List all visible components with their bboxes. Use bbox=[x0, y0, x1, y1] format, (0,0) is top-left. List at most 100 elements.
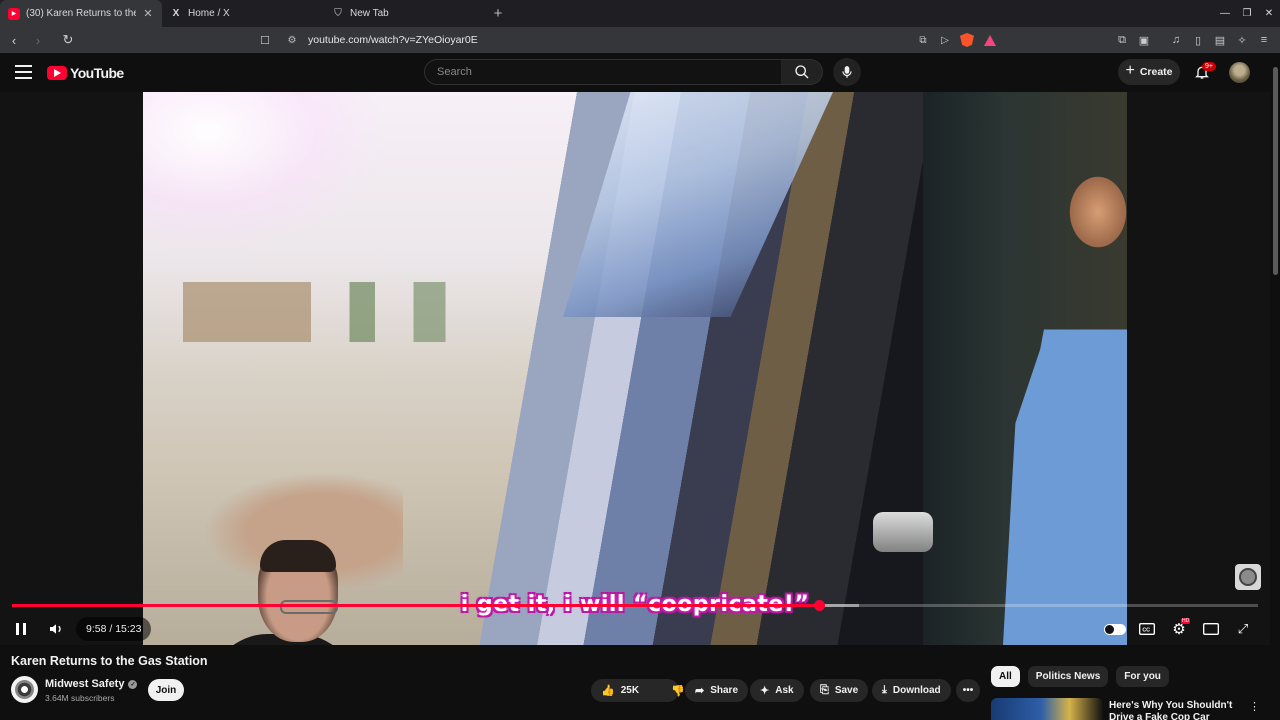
ask-button[interactable]: ✦ Ask bbox=[750, 679, 804, 702]
send-to-device-icon[interactable]: ▷ bbox=[934, 35, 956, 46]
thumbs-down-icon: 👍 bbox=[671, 684, 685, 696]
tab-label: New Tab bbox=[350, 8, 389, 19]
close-window-icon[interactable]: ✕ bbox=[1258, 0, 1280, 27]
tab-youtube[interactable]: ▶ (30) Karen Returns to the ✕ bbox=[0, 0, 162, 27]
download-icon: ⤓ bbox=[882, 684, 887, 696]
youtube-logo[interactable]: YouTube bbox=[47, 65, 124, 81]
join-button[interactable]: Join bbox=[148, 679, 184, 701]
voice-search-button[interactable] bbox=[833, 58, 861, 86]
create-button[interactable]: + Create bbox=[1118, 59, 1180, 85]
volume-button[interactable] bbox=[43, 616, 69, 642]
tab-label: (30) Karen Returns to the bbox=[26, 8, 136, 19]
autoplay-toggle[interactable] bbox=[1102, 616, 1128, 642]
player-controls: 9:58 / 15:23 CC ⚙ HD ⤢ bbox=[0, 614, 1270, 644]
youtube-icon: ▶ bbox=[8, 7, 20, 20]
page-scrollbar[interactable] bbox=[1270, 53, 1280, 720]
chip-all[interactable]: All bbox=[991, 666, 1020, 687]
subtitles-button[interactable]: CC bbox=[1134, 616, 1160, 642]
account-avatar[interactable] bbox=[1229, 62, 1250, 83]
create-label: Create bbox=[1139, 66, 1173, 78]
scrollbar-thumb[interactable] bbox=[1273, 67, 1278, 275]
search-input[interactable]: Search bbox=[424, 59, 782, 85]
browser-tab-bar: ▶ (30) Karen Returns to the ✕ X Home / X… bbox=[0, 0, 1280, 27]
back-icon[interactable]: ‹ bbox=[4, 30, 24, 50]
chip-for-you[interactable]: For you bbox=[1116, 666, 1169, 687]
progress-bar[interactable] bbox=[12, 600, 1258, 611]
open-external-icon[interactable]: ⧉ bbox=[912, 35, 934, 46]
more-horizontal-icon: ••• bbox=[962, 685, 974, 696]
notification-badge: 9+ bbox=[1202, 62, 1216, 71]
subscriber-count: 3.64M subscribers bbox=[45, 693, 115, 703]
verified-icon: ✓ bbox=[128, 679, 138, 689]
bookmark-icon[interactable]: ☐ bbox=[256, 34, 274, 47]
like-button[interactable]: 👍 25K bbox=[591, 679, 649, 702]
webcam-hair bbox=[260, 540, 336, 572]
screenshot-icon[interactable]: ▣ bbox=[1134, 34, 1154, 47]
maximize-icon[interactable]: ❐ bbox=[1236, 0, 1258, 27]
share-label: Share bbox=[710, 685, 739, 696]
svg-text:CC: CC bbox=[1142, 628, 1150, 634]
media-icon[interactable]: ♫ bbox=[1166, 34, 1186, 46]
channel-watermark[interactable] bbox=[1235, 564, 1261, 590]
settings-button[interactable]: ⚙ HD bbox=[1166, 616, 1192, 642]
search-button[interactable] bbox=[781, 59, 823, 85]
menu-icon[interactable]: ≡ bbox=[1254, 34, 1274, 46]
fullscreen-button[interactable]: ⤢ bbox=[1230, 616, 1256, 642]
pause-button[interactable] bbox=[8, 616, 34, 642]
save-label: Save bbox=[834, 685, 859, 696]
site-info-icon[interactable]: ⚙ bbox=[282, 35, 302, 46]
share-button[interactable]: ➦ Share bbox=[685, 679, 749, 702]
youtube-play-icon bbox=[47, 66, 67, 80]
save-button[interactable]: ⎘ Save bbox=[810, 679, 869, 702]
fullscreen-icon: ⤢ bbox=[1237, 621, 1249, 636]
channel-avatar[interactable] bbox=[11, 676, 38, 703]
x-logo-icon: X bbox=[172, 8, 180, 19]
bookmark-icon: ⎘ bbox=[820, 684, 829, 696]
theater-mode-button[interactable] bbox=[1198, 616, 1224, 642]
new-tab-button[interactable]: + bbox=[486, 0, 510, 27]
ask-label: Ask bbox=[775, 685, 794, 696]
video-background-scene bbox=[183, 282, 503, 342]
recommended-title[interactable]: Here's Why You Shouldn't Drive a Fake Co… bbox=[1109, 700, 1249, 720]
video-player[interactable]: i get it, i will “coopricate!” 9:58 / 15… bbox=[0, 92, 1270, 645]
more-actions-button[interactable]: ••• bbox=[956, 679, 980, 702]
brave-shields-icon[interactable] bbox=[960, 33, 974, 47]
tab-label: Home / X bbox=[188, 8, 230, 19]
channel-name-text[interactable]: Midwest Safety bbox=[45, 678, 124, 690]
theater-icon bbox=[1203, 623, 1219, 635]
channel-name[interactable]: Midwest Safety ✓ bbox=[45, 678, 138, 690]
recommended-video[interactable]: Here's Why You Shouldn't Drive a Fake Co… bbox=[991, 698, 1261, 720]
tab-new-tab[interactable]: ⛉ New Tab bbox=[324, 0, 486, 27]
youtube-header: YouTube Search + Create 9+ bbox=[0, 53, 1280, 92]
search-icon bbox=[794, 65, 808, 79]
recommended-thumbnail[interactable] bbox=[991, 698, 1103, 720]
download-label: Download bbox=[892, 685, 941, 696]
extensions-icon[interactable]: ⧉ bbox=[1112, 34, 1132, 47]
chip-politics-news[interactable]: Politics News bbox=[1027, 666, 1109, 687]
url-text[interactable]: youtube.com/watch?v=ZYeOioyar0E bbox=[308, 34, 912, 46]
tab-x[interactable]: X Home / X bbox=[162, 0, 324, 27]
hd-badge: HD bbox=[1181, 618, 1191, 624]
like-count: 25K bbox=[620, 685, 640, 696]
close-icon[interactable]: ✕ bbox=[142, 7, 154, 20]
share-icon: ➦ bbox=[695, 685, 705, 697]
sparkle-icon: ✦ bbox=[760, 685, 770, 697]
toolbar-extensions: ⧉ ▣ ♫ ▯ ▤ ✧ ≡ bbox=[1112, 27, 1274, 53]
autoplay-switch-icon bbox=[1104, 623, 1126, 635]
microphone-icon bbox=[842, 66, 852, 78]
video-door-handle bbox=[873, 512, 933, 552]
guide-menu-icon[interactable] bbox=[15, 65, 32, 79]
download-button[interactable]: ⤓ Download bbox=[872, 679, 951, 702]
address-bar[interactable]: ☐ ⚙ youtube.com/watch?v=ZYeOioyar0E ⧉ ▷ bbox=[256, 29, 1002, 51]
sidebar-icon[interactable]: ▯ bbox=[1188, 34, 1208, 47]
plus-icon: + bbox=[1125, 62, 1135, 79]
forward-icon[interactable]: › bbox=[28, 30, 48, 50]
minimize-icon[interactable]: — bbox=[1214, 0, 1236, 27]
reload-icon[interactable]: ↻ bbox=[58, 30, 78, 50]
more-vertical-icon[interactable]: ⋮ bbox=[1249, 700, 1260, 713]
browser-toolbar: ‹ › ↻ ☐ ⚙ youtube.com/watch?v=ZYeOioyar0… bbox=[0, 27, 1280, 53]
wallet-icon[interactable]: ▤ bbox=[1210, 34, 1230, 47]
leo-ai-icon[interactable]: ✧ bbox=[1232, 34, 1252, 47]
window-controls: — ❐ ✕ bbox=[1214, 0, 1280, 27]
brave-rewards-icon[interactable] bbox=[984, 34, 996, 46]
